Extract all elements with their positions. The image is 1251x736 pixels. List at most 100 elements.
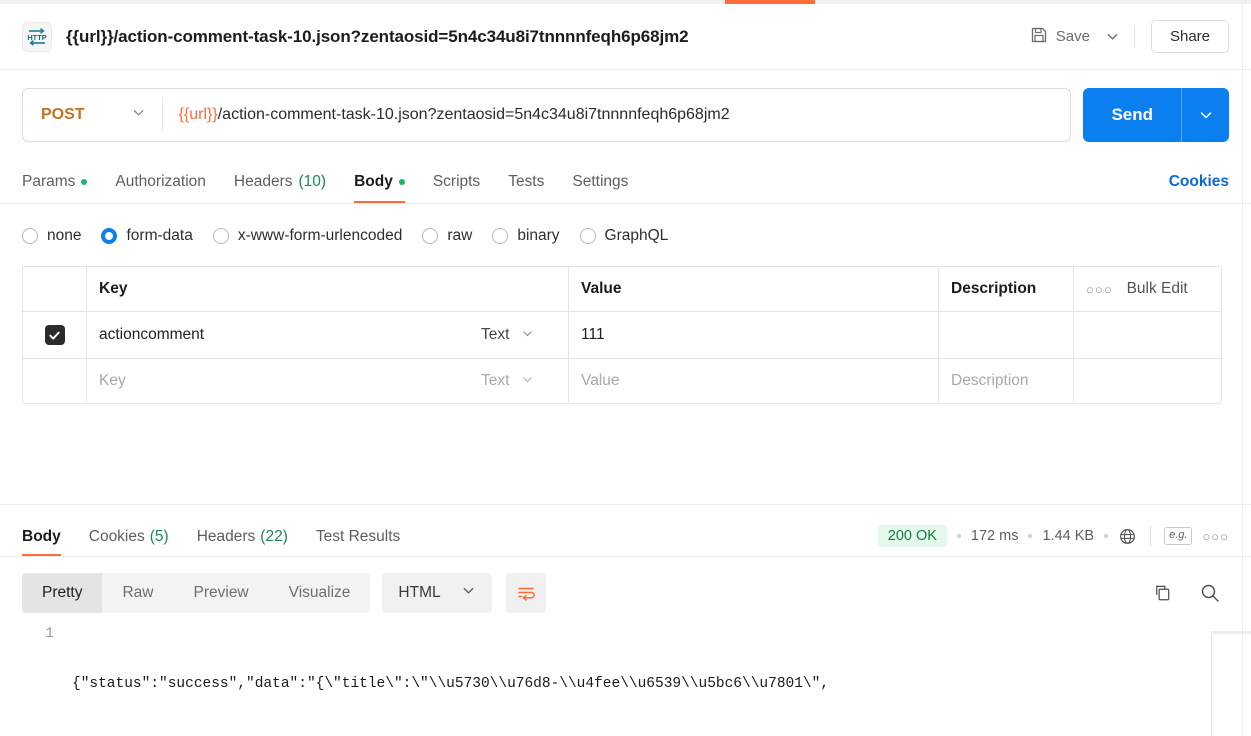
tab-label: Body bbox=[354, 173, 393, 190]
tab-settings[interactable]: Settings bbox=[558, 173, 642, 203]
example-icon[interactable]: e.g. bbox=[1164, 527, 1193, 545]
url-bar: POST {{url}}/action-comment-task-10.json… bbox=[22, 88, 1072, 142]
table-header-row: Key Value Description ○○○ Bulk Edit bbox=[23, 267, 1221, 312]
line-number: 1 bbox=[45, 626, 54, 642]
code-line: {"status":"success","data":"{\"title\":\… bbox=[72, 676, 830, 692]
response-meta: 200 OK 172 ms 1.44 KB e.g. ○○○ bbox=[877, 525, 1229, 556]
search-icon[interactable] bbox=[1199, 582, 1221, 604]
tab-count: (22) bbox=[260, 528, 288, 545]
view-mode-preview[interactable]: Preview bbox=[174, 573, 269, 613]
option-label: x-www-form-urlencoded bbox=[237, 227, 403, 244]
ellipsis-icon[interactable]: ○○○ bbox=[1086, 282, 1113, 297]
language-label: HTML bbox=[398, 584, 441, 601]
divider bbox=[1150, 526, 1152, 546]
radio-icon bbox=[492, 228, 509, 244]
share-button[interactable]: Share bbox=[1150, 20, 1229, 53]
response-tab-headers[interactable]: Headers (22) bbox=[183, 528, 302, 556]
bulk-edit-button[interactable]: Bulk Edit bbox=[1127, 280, 1188, 298]
copy-icon[interactable] bbox=[1152, 583, 1173, 604]
tab-headers[interactable]: Headers (10) bbox=[220, 173, 340, 203]
code-scrollbar-track[interactable] bbox=[1211, 632, 1212, 736]
tab-label: Test Results bbox=[315, 528, 401, 545]
send-button[interactable]: Send bbox=[1083, 88, 1181, 142]
send-options-caret[interactable] bbox=[1181, 88, 1229, 142]
new-type-select[interactable]: Text bbox=[469, 359, 569, 403]
row-key-input[interactable]: actioncomment bbox=[87, 312, 469, 358]
response-tab-cookies[interactable]: Cookies (5) bbox=[75, 528, 183, 556]
url-input[interactable]: {{url}}/action-comment-task-10.json?zent… bbox=[163, 89, 1071, 141]
body-type-graphql[interactable]: GraphQL bbox=[579, 227, 668, 245]
response-size[interactable]: 1.44 KB bbox=[1042, 528, 1094, 544]
save-label: Save bbox=[1055, 28, 1090, 45]
save-options-caret[interactable] bbox=[1098, 22, 1128, 52]
chevron-down-icon bbox=[521, 327, 534, 343]
new-description-input[interactable]: Description bbox=[939, 359, 1073, 403]
new-key-input[interactable]: Key bbox=[87, 359, 469, 403]
tab-authorization[interactable]: Authorization bbox=[101, 173, 219, 203]
tab-label: Scripts bbox=[432, 173, 481, 190]
method-select[interactable]: POST bbox=[23, 89, 162, 141]
view-mode-visualize[interactable]: Visualize bbox=[269, 573, 371, 613]
word-wrap-icon[interactable] bbox=[505, 573, 546, 613]
column-key: Key bbox=[87, 267, 569, 311]
tab-label: Cookies bbox=[88, 528, 145, 545]
response-time[interactable]: 172 ms bbox=[971, 528, 1019, 544]
radio-icon bbox=[22, 228, 38, 244]
separator-dot bbox=[1104, 534, 1109, 538]
row-checkbox-cell bbox=[23, 312, 87, 358]
method-label: POST bbox=[41, 106, 85, 123]
tab-label: Authorization bbox=[115, 173, 206, 190]
code-scrollbar-thumb[interactable] bbox=[1211, 631, 1251, 634]
new-value-input[interactable]: Value bbox=[569, 359, 939, 403]
response-body-code[interactable]: {"status":"success","data":"{\"title\":\… bbox=[68, 622, 1251, 736]
tab-tests[interactable]: Tests bbox=[494, 173, 558, 203]
tab-label: Settings bbox=[572, 173, 629, 190]
row-value-input[interactable]: 111 bbox=[569, 312, 939, 358]
form-data-table: Key Value Description ○○○ Bulk Edit acti… bbox=[22, 266, 1222, 404]
svg-text:HTTP: HTTP bbox=[27, 33, 46, 42]
modified-dot-icon bbox=[398, 179, 405, 185]
response-tab-body[interactable]: Body bbox=[22, 528, 75, 556]
body-type-raw[interactable]: raw bbox=[422, 227, 472, 245]
radio-icon-selected bbox=[101, 228, 118, 244]
select-all-cell bbox=[23, 267, 87, 311]
status-badge[interactable]: 200 OK bbox=[877, 525, 947, 547]
chevron-down-icon bbox=[461, 583, 476, 603]
globe-icon[interactable] bbox=[1118, 527, 1137, 546]
view-mode-pretty[interactable]: Pretty bbox=[22, 573, 103, 613]
radio-icon bbox=[212, 228, 229, 244]
row-checkbox-cell[interactable] bbox=[23, 359, 87, 403]
floppy-disk-icon bbox=[1030, 26, 1048, 48]
row-actions bbox=[1073, 359, 1221, 403]
body-type-none[interactable]: none bbox=[22, 227, 81, 245]
view-mode-raw[interactable]: Raw bbox=[102, 573, 173, 613]
radio-icon bbox=[579, 228, 596, 244]
send-group: Send bbox=[1083, 88, 1229, 142]
body-type-binary[interactable]: binary bbox=[492, 227, 560, 245]
check-icon bbox=[49, 331, 60, 340]
save-button[interactable]: Save bbox=[1022, 20, 1098, 54]
separator-dot bbox=[956, 534, 961, 538]
tab-scripts[interactable]: Scripts bbox=[419, 173, 494, 203]
body-type-urlencoded[interactable]: x-www-form-urlencoded bbox=[212, 227, 403, 245]
chevron-down-icon bbox=[1108, 33, 1118, 40]
row-checkbox[interactable] bbox=[44, 325, 65, 345]
tab-count: (5) bbox=[149, 528, 169, 545]
ellipsis-icon[interactable]: ○○○ bbox=[1202, 529, 1229, 544]
chevron-down-icon bbox=[131, 105, 146, 125]
chevron-down-icon bbox=[521, 373, 534, 389]
row-description-input[interactable] bbox=[939, 312, 1073, 358]
postman-request-window: HTTP {{url}}/action-comment-task-10.json… bbox=[0, 0, 1251, 736]
row-type-select[interactable]: Text bbox=[469, 312, 569, 358]
cookies-link[interactable]: Cookies bbox=[1169, 173, 1229, 203]
modified-dot-icon bbox=[81, 179, 88, 185]
column-value: Value bbox=[569, 267, 939, 311]
body-type-form-data[interactable]: form-data bbox=[101, 227, 193, 245]
response-tab-test-results[interactable]: Test Results bbox=[302, 528, 414, 556]
new-type-label: Text bbox=[481, 372, 510, 389]
http-icon: HTTP bbox=[22, 21, 52, 52]
tab-body[interactable]: Body bbox=[340, 173, 419, 203]
response-body-viewer[interactable]: 1 {"status":"success","data":"{\"title\"… bbox=[0, 622, 1251, 736]
language-select[interactable]: HTML bbox=[382, 573, 492, 613]
tab-params[interactable]: Params bbox=[22, 173, 101, 203]
